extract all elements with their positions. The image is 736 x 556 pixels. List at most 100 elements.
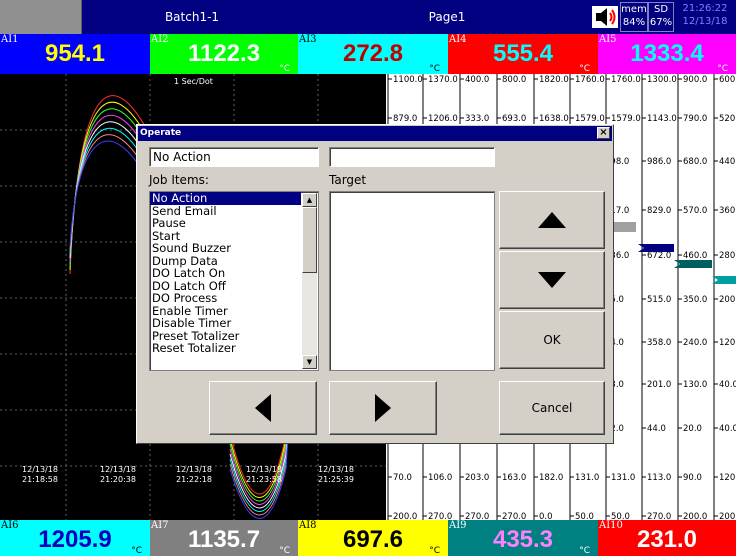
time-label-date: 12/13/18 <box>176 465 212 474</box>
move-up-button[interactable] <box>499 191 605 249</box>
scale-top-label: 1370.0 <box>428 75 458 85</box>
target-list[interactable] <box>329 191 495 371</box>
scale-label: 1206.0 <box>428 114 458 124</box>
previous-button[interactable] <box>209 381 317 435</box>
scale-label: 1579.0 <box>575 114 605 124</box>
job-items-list[interactable]: No Action Send Email Pause Start Sound Buzze… <box>149 191 319 371</box>
arrow-up-icon <box>538 212 566 228</box>
scale-label: 120.0 <box>719 338 736 348</box>
scale-label: 350.0 <box>683 295 707 305</box>
scale-label: 90.0 <box>683 473 702 483</box>
channel-unit: °C <box>279 546 290 556</box>
scale-label: 570.0 <box>683 206 707 216</box>
channel-unit: °C <box>717 64 728 74</box>
time-label-time: 21:20:38 <box>100 475 136 484</box>
scale-top-label: 1100.0 <box>393 75 423 85</box>
channel-box[interactable]: AI5 1333.4 °C <box>598 34 736 74</box>
channel-box[interactable]: AI4 555.4 °C <box>448 34 598 74</box>
top-blank-cell <box>0 0 82 34</box>
move-down-button[interactable] <box>499 251 605 309</box>
scale-label: 44.0 <box>647 424 666 434</box>
scale-label: 333.0 <box>465 114 489 124</box>
channel-box[interactable]: AI1 954.1 <box>0 34 150 74</box>
scale-label: 130.0 <box>683 380 707 390</box>
channel-value: 1122.3 <box>187 40 261 67</box>
scroll-thumb[interactable] <box>302 207 317 273</box>
channel-value: 1135.7 <box>187 526 261 553</box>
scale-bottom-label: 200.0 <box>719 512 736 520</box>
action-field[interactable]: No Action <box>149 147 319 167</box>
job-item[interactable]: DO Process <box>150 292 301 305</box>
scale-label: 460.0 <box>683 251 707 261</box>
job-item[interactable]: Pause <box>150 217 301 230</box>
scale-bottom-label: 50.0 <box>611 512 630 520</box>
scale-label: 440.0 <box>719 157 736 167</box>
time-label-date: 12/13/18 <box>246 465 282 474</box>
operate-dialog: Operate × No Action Job Items: Target No… <box>136 124 614 444</box>
channel-row-top: AI1 954.1 AI2 1122.3 °C AI3 272.8 °C AI4 555.4 °C A… <box>0 34 736 74</box>
scale-top-label: 400.0 <box>465 75 489 85</box>
scale-label: 1143.0 <box>647 114 677 124</box>
scale-label: 520.0 <box>719 114 736 124</box>
scale-label: 1638.0 <box>539 114 569 124</box>
arrow-right-icon <box>375 394 391 422</box>
speaker-icon[interactable] <box>592 6 618 28</box>
scroll-up-button[interactable]: ▲ <box>302 193 317 207</box>
job-item[interactable]: Reset Totalizer <box>150 342 301 355</box>
close-button[interactable]: × <box>597 127 610 139</box>
page-title[interactable]: Page1 <box>302 0 592 34</box>
scale-bottom-label: 200.0 <box>393 512 417 520</box>
time-label-date: 12/13/18 <box>22 465 58 474</box>
job-item[interactable]: DO Latch On <box>150 267 301 280</box>
batch-title[interactable]: Batch1-1 <box>82 0 302 34</box>
target-field[interactable] <box>329 147 495 167</box>
sd-indicator: SD 67% <box>648 2 674 32</box>
job-item[interactable]: Disable Timer <box>150 317 301 330</box>
channel-box[interactable]: AI9 435.3 °C <box>448 520 598 556</box>
clock-date: 12/13/18 <box>682 16 728 27</box>
scale-label: 201.0 <box>647 380 671 390</box>
channel-box[interactable]: AI2 1122.3 °C <box>150 34 298 74</box>
channel-box[interactable]: AI10 231.0 <box>598 520 736 556</box>
scale-top-label: 600.0 <box>719 75 736 85</box>
dialog-title: Operate <box>140 128 182 138</box>
scale-label: 113.0 <box>647 473 671 483</box>
target-label: Target <box>329 173 367 187</box>
scale-bottom-label: 50.0 <box>575 512 594 520</box>
interval-label: 1 Sec/Dot <box>174 77 213 86</box>
channel-box[interactable]: AI7 1135.7 °C <box>150 520 298 556</box>
scale-top-label: 1760.0 <box>611 75 641 85</box>
channel-value: 954.1 <box>44 40 106 67</box>
sd-value: 67% <box>649 17 673 28</box>
time-label-time: 21:25:39 <box>318 475 354 484</box>
cancel-button[interactable]: Cancel <box>499 381 605 435</box>
ok-button[interactable]: OK <box>499 311 605 369</box>
scale-bottom-label: 270.0 <box>465 512 489 520</box>
channel-box[interactable]: AI3 272.8 °C <box>298 34 448 74</box>
time-label-time: 21:23:58 <box>246 475 282 484</box>
channel-value: 435.3 <box>492 526 554 553</box>
scale-label: 280.0 <box>719 251 736 261</box>
sd-label: SD <box>653 4 669 15</box>
channel-box[interactable]: AI6 1205.9 °C <box>0 520 150 556</box>
scale-top-label: 1760.0 <box>575 75 605 85</box>
job-item[interactable]: Sound Buzzer <box>150 242 301 255</box>
next-button[interactable] <box>329 381 437 435</box>
scale-label: 680.0 <box>683 157 707 167</box>
arrow-down-icon <box>538 272 566 288</box>
scale-label: 106.0 <box>428 473 452 483</box>
time-label-date: 12/13/18 <box>100 465 136 474</box>
scroll-down-button[interactable]: ▼ <box>302 355 317 369</box>
clock: 21:26:22 12/13/18 <box>674 2 736 32</box>
scale-label: 790.0 <box>683 114 707 124</box>
channel-box[interactable]: AI8 697.6 °C <box>298 520 448 556</box>
channel-unit: °C <box>579 546 590 556</box>
scale-bottom-label: 270.0 <box>502 512 526 520</box>
job-list-scrollbar[interactable]: ▲ ▼ <box>302 193 317 369</box>
scale-bottom-label: 270.0 <box>647 512 671 520</box>
channel-value: 555.4 <box>492 40 554 67</box>
job-item[interactable]: No Action <box>150 192 301 205</box>
scale-label: 829.0 <box>647 206 671 216</box>
time-label-time: 21:22:18 <box>176 475 212 484</box>
scale-label: 120.0 <box>719 473 736 483</box>
